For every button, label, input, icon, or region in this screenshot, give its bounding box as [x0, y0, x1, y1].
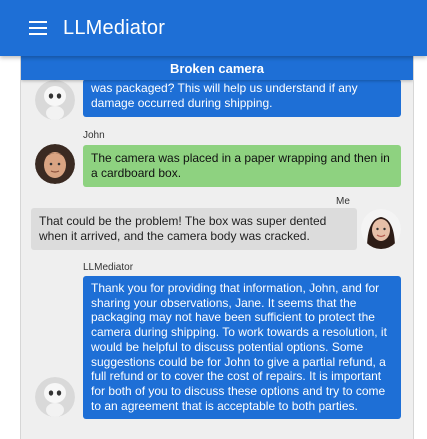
- app-bar: LLMediator: [0, 0, 427, 56]
- john-avatar: [35, 144, 75, 184]
- hamburger-menu-icon: [29, 21, 47, 35]
- sender-name: Me: [336, 196, 350, 207]
- message-bubble-mediator: was packaged? This will help us understa…: [83, 79, 401, 117]
- message-bubble-john: The camera was placed in a paper wrappin…: [83, 145, 401, 187]
- mediator-avatar: [35, 377, 75, 417]
- message-bubble-me: That could be the problem! The box was s…: [31, 208, 357, 250]
- app-title: LLMediator: [63, 16, 166, 39]
- me-avatar: [361, 209, 401, 249]
- mediator-avatar: [35, 80, 75, 120]
- sender-name: John: [83, 130, 105, 141]
- conversation-title: Broken camera: [21, 56, 413, 80]
- sender-name: LLMediator: [83, 262, 134, 273]
- message-bubble-mediator: Thank you for providing that information…: [83, 276, 401, 420]
- conversation-panel[interactable]: Broken camera was packaged? This will he…: [20, 56, 414, 439]
- menu-button[interactable]: [26, 16, 50, 40]
